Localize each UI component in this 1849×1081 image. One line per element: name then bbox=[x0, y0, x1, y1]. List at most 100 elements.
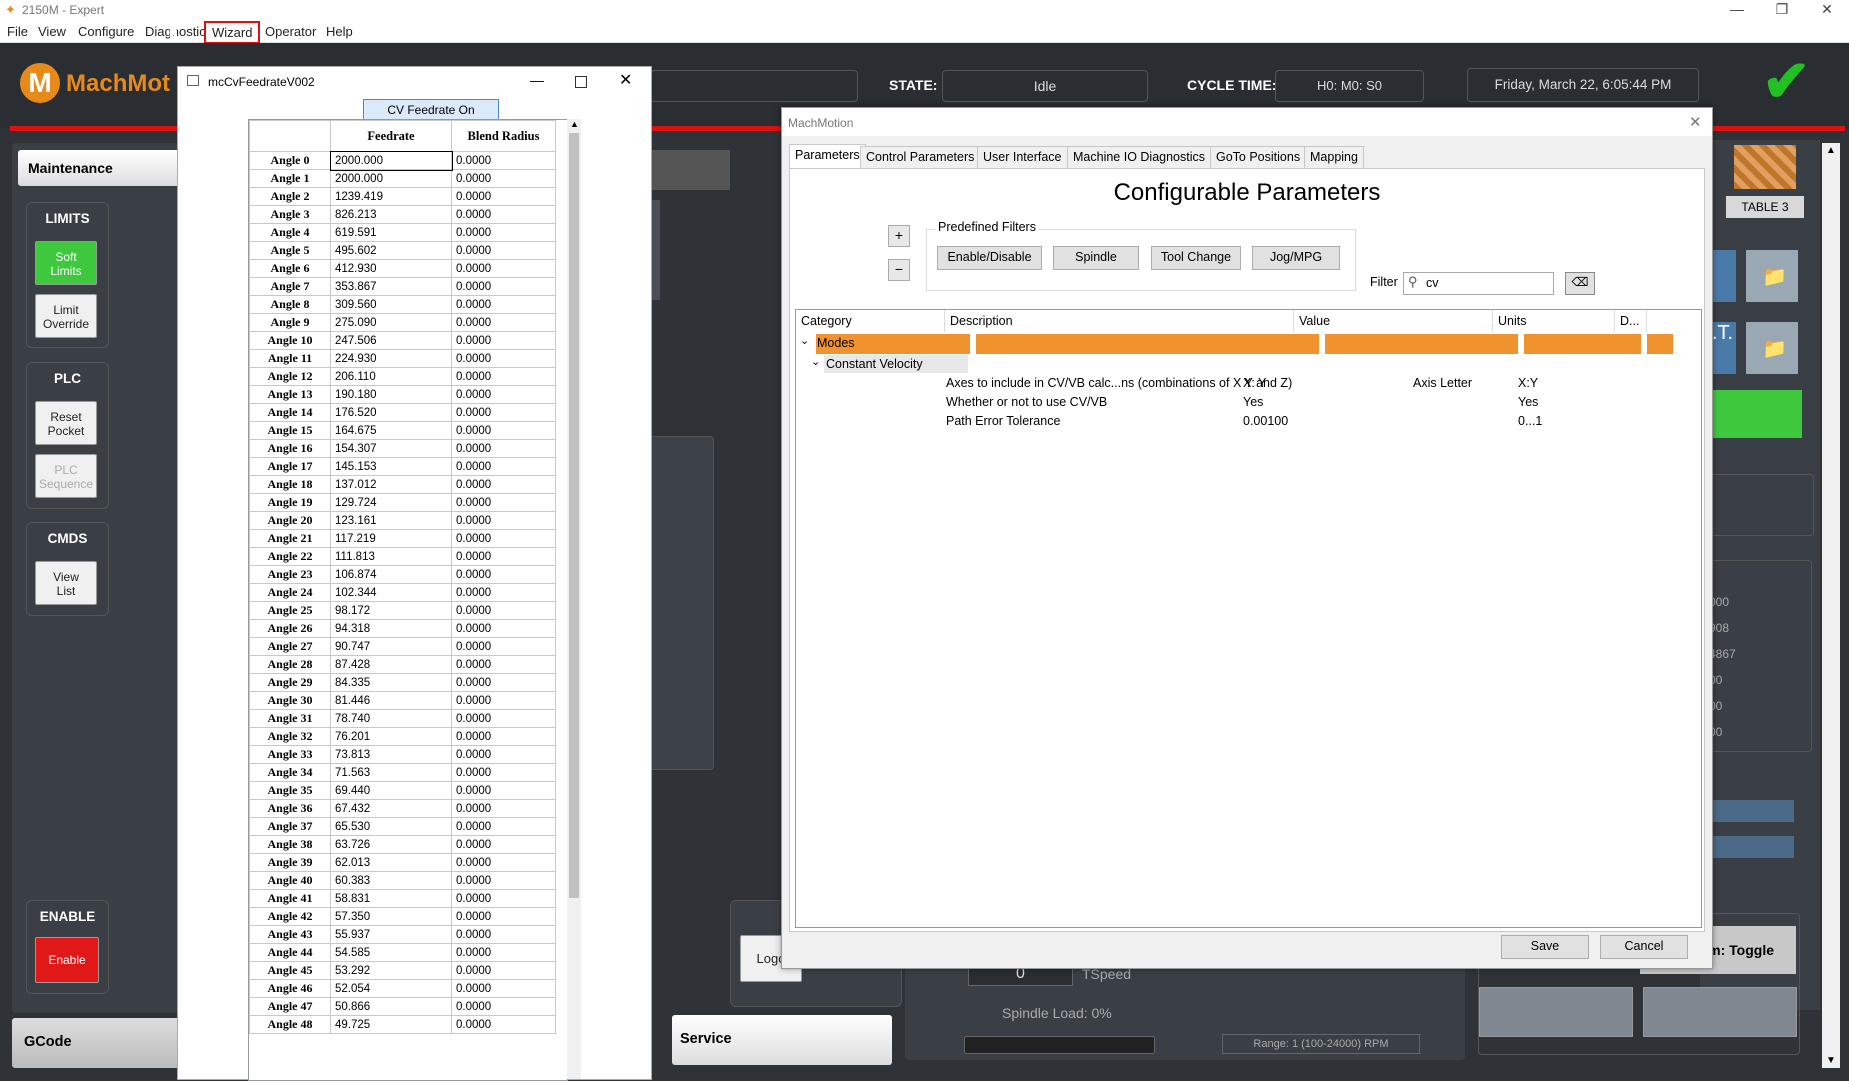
blend-radius-cell[interactable]: 0.0000 bbox=[451, 601, 556, 620]
feedrate-cell[interactable]: 2000.000 bbox=[330, 169, 452, 188]
feedrate-cell[interactable]: 275.090 bbox=[330, 313, 452, 332]
param-value[interactable]: 0.00100 bbox=[1243, 414, 1288, 428]
feedrate-cell[interactable]: 84.335 bbox=[330, 673, 452, 692]
blend-radius-cell[interactable]: 0.0000 bbox=[451, 745, 556, 764]
feedrate-cell[interactable]: 58.831 bbox=[330, 889, 452, 908]
feedrate-cell[interactable]: 412.930 bbox=[330, 259, 452, 278]
filter-enable-disable-button[interactable]: Enable/Disable bbox=[937, 246, 1042, 270]
blend-radius-cell[interactable]: 0.0000 bbox=[451, 241, 556, 260]
feedrate-cell[interactable]: 67.432 bbox=[330, 799, 452, 818]
feedrate-cell[interactable]: 176.520 bbox=[330, 403, 452, 422]
param-value[interactable]: X: Y bbox=[1243, 376, 1266, 390]
feedrate-cell[interactable]: 49.725 bbox=[330, 1015, 452, 1034]
feedrate-cell[interactable]: 353.867 bbox=[330, 277, 452, 296]
blend-radius-cell[interactable]: 0.0000 bbox=[451, 583, 556, 602]
feedrate-cell[interactable]: 309.560 bbox=[330, 295, 452, 314]
feedrate-cell[interactable]: 826.213 bbox=[330, 205, 452, 224]
tab-gcode[interactable]: GCode bbox=[12, 1018, 182, 1068]
blend-radius-cell[interactable]: 0.0000 bbox=[451, 349, 556, 368]
blend-radius-cell[interactable]: 0.0000 bbox=[451, 187, 556, 206]
feedrate-cell[interactable]: 164.675 bbox=[330, 421, 452, 440]
filter-search-input[interactable]: ⚲ cv bbox=[1403, 272, 1554, 295]
tab-parameters[interactable]: Parameters bbox=[789, 144, 866, 170]
feedrate-cell[interactable]: 137.012 bbox=[330, 475, 452, 494]
feedrate-cell[interactable]: 73.813 bbox=[330, 745, 452, 764]
col-category[interactable]: Category bbox=[796, 310, 945, 332]
plc-sequence-button[interactable]: PLC Sequence bbox=[35, 454, 97, 498]
feedrate-cell[interactable]: 111.813 bbox=[330, 547, 452, 566]
feedrate-cell[interactable]: 190.180 bbox=[330, 385, 452, 404]
save-button[interactable]: Save bbox=[1501, 935, 1589, 959]
feedrate-cell[interactable]: 60.383 bbox=[330, 871, 452, 890]
tab-goto-positions[interactable]: GoTo Positions bbox=[1210, 146, 1307, 170]
blend-radius-cell[interactable]: 0.0000 bbox=[451, 961, 556, 980]
blend-radius-cell[interactable]: 0.0000 bbox=[451, 907, 556, 926]
col-default[interactable]: D... bbox=[1615, 310, 1647, 332]
reset-pocket-button[interactable]: Reset Pocket bbox=[35, 401, 97, 445]
feedrate-cell[interactable]: 117.219 bbox=[330, 529, 452, 548]
menu-view[interactable]: View bbox=[38, 24, 66, 39]
blend-radius-cell[interactable]: 0.0000 bbox=[451, 997, 556, 1016]
collapse-all-button[interactable]: − bbox=[888, 259, 910, 281]
blend-radius-cell[interactable]: 0.0000 bbox=[451, 817, 556, 836]
feedrate-cell[interactable]: 71.563 bbox=[330, 763, 452, 782]
blend-radius-cell[interactable]: 0.0000 bbox=[451, 403, 556, 422]
feedrate-cell[interactable]: 247.506 bbox=[330, 331, 452, 350]
close-icon[interactable]: ✕ bbox=[619, 70, 632, 90]
param-row[interactable]: Axes to include in CV/VB calc...ns (comb… bbox=[796, 374, 1701, 392]
blend-radius-cell[interactable]: 0.0000 bbox=[451, 781, 556, 800]
blend-radius-cell[interactable]: 0.0000 bbox=[451, 619, 556, 638]
param-row[interactable]: Whether or not to use CV/VB Yes Yes bbox=[796, 393, 1701, 411]
blend-radius-cell[interactable]: 0.0000 bbox=[451, 763, 556, 782]
feedrate-cell[interactable]: 224.930 bbox=[330, 349, 452, 368]
feedrate-cell[interactable]: 129.724 bbox=[330, 493, 452, 512]
blend-radius-cell[interactable]: 0.0000 bbox=[451, 871, 556, 890]
filter-tool-change-button[interactable]: Tool Change bbox=[1151, 246, 1241, 270]
blend-radius-cell[interactable]: 0.0000 bbox=[451, 295, 556, 314]
close-icon[interactable]: ✕ bbox=[1689, 113, 1702, 131]
tab-machine-io-diagnostics[interactable]: Machine IO Diagnostics bbox=[1067, 146, 1212, 170]
enable-button[interactable]: Enable bbox=[35, 937, 99, 983]
blend-radius-cell[interactable]: 0.0000 bbox=[451, 709, 556, 728]
tab-control-parameters[interactable]: Control Parameters bbox=[860, 146, 981, 170]
blend-radius-cell[interactable]: 0.0000 bbox=[451, 259, 556, 278]
blend-radius-cell[interactable]: 0.0000 bbox=[451, 943, 556, 962]
blend-radius-cell[interactable]: 0.0000 bbox=[451, 511, 556, 530]
feedrate-cell[interactable]: 53.292 bbox=[330, 961, 452, 980]
blend-radius-cell[interactable]: 0.0000 bbox=[451, 421, 556, 440]
cv-table-scrollbar[interactable]: ▲ bbox=[567, 119, 581, 1079]
blend-radius-cell[interactable]: 0.0000 bbox=[451, 727, 556, 746]
scroll-down-icon[interactable]: ▼ bbox=[1826, 1055, 1836, 1066]
tab-maintenance[interactable]: Maintenance bbox=[18, 150, 188, 186]
col-description[interactable]: Description bbox=[945, 310, 1294, 332]
blend-radius-cell[interactable]: 0.0000 bbox=[451, 889, 556, 908]
menu-file[interactable]: File bbox=[7, 24, 28, 39]
minimize-icon[interactable]: — bbox=[1717, 0, 1757, 20]
feedrate-cell[interactable]: 69.440 bbox=[330, 781, 452, 800]
blend-radius-cell[interactable]: 0.0000 bbox=[451, 529, 556, 548]
maximize-icon[interactable] bbox=[575, 76, 587, 88]
feedrate-cell[interactable]: 2000.000 bbox=[329, 150, 453, 171]
feedrate-cell[interactable]: 495.602 bbox=[330, 241, 452, 260]
filter-jog-mpg-button[interactable]: Jog/MPG bbox=[1252, 246, 1340, 270]
blend-radius-cell[interactable]: 0.0000 bbox=[451, 457, 556, 476]
feedrate-cell[interactable]: 50.866 bbox=[330, 997, 452, 1016]
blend-radius-cell[interactable]: 0.0000 bbox=[451, 439, 556, 458]
blend-radius-cell[interactable]: 0.0000 bbox=[451, 313, 556, 332]
right-scrollbar[interactable]: ▲ ▼ bbox=[1822, 143, 1840, 1068]
col-units[interactable]: Units bbox=[1493, 310, 1615, 332]
blend-radius-cell[interactable]: 0.0000 bbox=[451, 691, 556, 710]
blend-radius-cell[interactable]: 0.0000 bbox=[451, 223, 556, 242]
feedrate-cell[interactable]: 154.307 bbox=[330, 439, 452, 458]
blend-radius-cell[interactable]: 0.0000 bbox=[451, 637, 556, 656]
feedrate-cell[interactable]: 65.530 bbox=[330, 817, 452, 836]
soft-limits-button[interactable]: Soft Limits bbox=[35, 241, 97, 285]
maximize-icon[interactable]: ❐ bbox=[1762, 0, 1802, 20]
subgroup-row-constant-velocity[interactable]: Constant Velocity bbox=[824, 355, 968, 373]
blend-radius-cell[interactable]: 0.0000 bbox=[451, 493, 556, 512]
feedrate-cell[interactable]: 62.013 bbox=[330, 853, 452, 872]
close-icon[interactable]: ✕ bbox=[1807, 0, 1847, 20]
blend-radius-cell[interactable]: 0.0000 bbox=[451, 1015, 556, 1034]
feedrate-cell[interactable]: 90.747 bbox=[330, 637, 452, 656]
blend-radius-cell[interactable]: 0.0000 bbox=[451, 835, 556, 854]
